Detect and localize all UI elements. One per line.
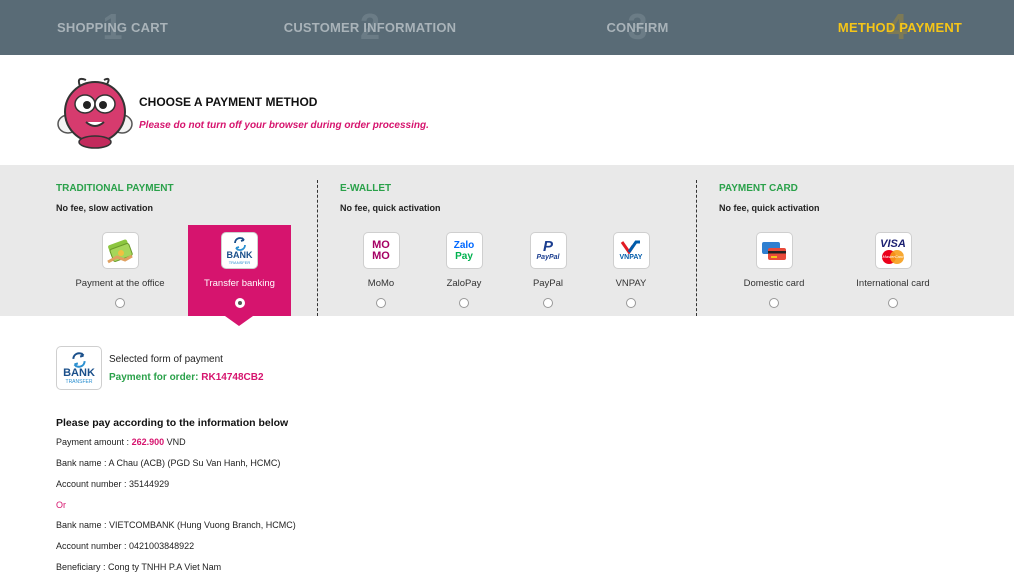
- momo-logo-line2: MO: [372, 249, 390, 262]
- bank-name-1: Bank name : A Chau (ACB) (PGD Su Van Han…: [56, 458, 281, 468]
- step-customer-information[interactable]: 2 CUSTOMER INFORMATION: [270, 0, 470, 55]
- step-shopping-cart[interactable]: 1 SHOPPING CART: [40, 0, 185, 55]
- bank-logo-subtext: TRANSFER: [228, 259, 251, 265]
- radio-international-card[interactable]: [888, 298, 898, 308]
- checkout-steps-bar: 1 SHOPPING CART 2 CUSTOMER INFORMATION 3…: [0, 0, 1014, 55]
- radio-zalopay[interactable]: [459, 298, 469, 308]
- visa-logo-text: VISA: [880, 237, 906, 250]
- zalopay-icon: Zalo Pay: [445, 232, 483, 269]
- bank-name-2: Bank name : VIETCOMBANK (Hung Vuong Bran…: [56, 520, 296, 530]
- amount-currency: VND: [166, 437, 186, 447]
- bank-logo-text: BANK: [226, 249, 253, 260]
- group-title-card: PAYMENT CARD: [719, 183, 798, 194]
- option-paypal[interactable]: P PayPal PayPal: [518, 225, 578, 316]
- order-reference: Payment for order: RK14748CB2: [109, 372, 264, 383]
- amount-prefix: Payment amount :: [56, 437, 130, 447]
- option-label: Payment at the office: [75, 278, 165, 289]
- paypal-logo-text: PayPal: [536, 254, 560, 261]
- option-momo[interactable]: MO MO MoMo: [351, 225, 411, 316]
- zalopay-logo-line1: Zalo: [453, 239, 475, 251]
- or-separator: Or: [56, 500, 66, 510]
- visa-mastercard-icon: VISA MasterCard: [874, 232, 912, 269]
- group-sub-traditional: No fee, slow activation: [56, 203, 154, 213]
- radio-momo[interactable]: [376, 298, 386, 308]
- mastercard-logo: MasterCard: [880, 249, 906, 264]
- option-label: International card: [856, 278, 930, 289]
- vnpay-logo-text: VNPAY: [619, 253, 643, 261]
- group-title-traditional: TRADITIONAL PAYMENT: [56, 183, 174, 194]
- paypal-logo-mark: P: [542, 238, 553, 255]
- order-prefix: Payment for order:: [109, 372, 199, 383]
- step-confirm[interactable]: 3 CONFIRM: [590, 0, 685, 55]
- selected-bank-transfer-icon: BANK TRANSFER: [56, 346, 102, 390]
- group-title-ewallet: E-WALLET: [340, 183, 392, 194]
- step-label: CONFIRM: [606, 20, 669, 35]
- amount-value: 262.900: [131, 437, 165, 447]
- radio-domestic-card[interactable]: [769, 298, 779, 308]
- account-number-1: Account number : 35144929: [56, 479, 170, 489]
- order-code: RK14748CB2: [201, 372, 264, 383]
- radio-paypal[interactable]: [543, 298, 553, 308]
- option-domestic-card[interactable]: Domestic card: [734, 225, 814, 316]
- option-label: VNPAY: [615, 278, 647, 289]
- group-sub-card: No fee, quick activation: [719, 203, 820, 213]
- momo-logo-line1: MO: [372, 238, 390, 251]
- radio-transfer-banking[interactable]: [234, 298, 245, 308]
- group-divider: [696, 180, 697, 316]
- mastercard-logo-text: MasterCard: [882, 253, 904, 259]
- payment-amount-line: Payment amount : 262.900 VND: [56, 437, 186, 447]
- selected-form-label: Selected form of payment: [109, 354, 223, 365]
- momo-icon: MO MO: [362, 232, 400, 269]
- cash-icon: [101, 232, 139, 269]
- page-title: CHOOSE A PAYMENT METHOD: [139, 95, 318, 109]
- bank-logo-text: BANK: [63, 366, 95, 379]
- bank-logo-subtext: TRANSFER: [65, 378, 93, 385]
- mascot-logo: [56, 74, 134, 150]
- group-divider: [317, 180, 318, 316]
- radio-vnpay[interactable]: [626, 298, 636, 308]
- option-vnpay[interactable]: VNPAY VNPAY: [601, 225, 661, 316]
- radio-payment-at-office[interactable]: [115, 298, 125, 308]
- step-label: CUSTOMER INFORMATION: [283, 20, 457, 35]
- option-label: PayPal: [532, 278, 564, 289]
- option-label: Domestic card: [743, 278, 805, 289]
- payment-info-title: Please pay according to the information …: [56, 417, 289, 429]
- processing-warning: Please do not turn off your browser duri…: [139, 120, 429, 131]
- account-number-2: Account number : 0421003848922: [56, 541, 195, 551]
- option-international-card[interactable]: VISA MasterCard International card: [848, 225, 938, 316]
- option-label: Transfer banking: [204, 278, 275, 289]
- group-sub-ewallet: No fee, quick activation: [340, 203, 441, 213]
- option-transfer-banking[interactable]: BANK TRANSFER Transfer banking: [188, 225, 291, 316]
- vnpay-icon: VNPAY: [612, 232, 650, 269]
- option-payment-at-office[interactable]: Payment at the office: [70, 225, 170, 316]
- bank-transfer-icon: BANK TRANSFER: [221, 232, 258, 269]
- domestic-card-icon: [755, 232, 793, 269]
- paypal-icon: P PayPal: [529, 232, 567, 269]
- option-label: MoMo: [367, 278, 395, 289]
- step-label: SHOPPING CART: [57, 20, 168, 35]
- beneficiary: Beneficiary : Cong ty TNHH P.A Viet Nam: [56, 562, 222, 572]
- selected-pointer-arrow: [225, 316, 253, 326]
- option-label: ZaloPay: [446, 278, 482, 289]
- option-zalopay[interactable]: Zalo Pay ZaloPay: [434, 225, 494, 316]
- zalopay-logo-line2: Pay: [455, 250, 473, 262]
- step-method-payment: 4 METHOD PAYMENT: [825, 0, 975, 55]
- step-label: METHOD PAYMENT: [837, 20, 963, 35]
